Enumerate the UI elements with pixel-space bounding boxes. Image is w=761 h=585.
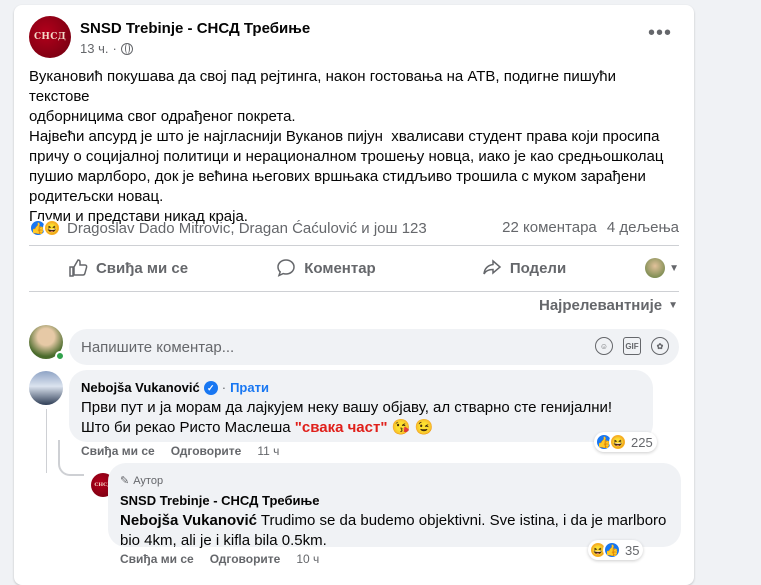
share-label: Подели [509, 259, 567, 277]
emoji-icon[interactable]: ☺ [595, 337, 613, 355]
post-meta: 13 ч. · [80, 41, 133, 56]
post-text: Вукановић покушава да свој пад рејтинга,… [29, 67, 679, 227]
follow-button[interactable]: Прати [230, 378, 269, 398]
post-card: СНСД SNSD Trebinje - СНСД Требиње 13 ч. … [14, 5, 694, 585]
comment-reactions[interactable]: 😆 👍 35 [588, 540, 644, 560]
share-button[interactable]: Подели [425, 258, 623, 278]
avatar [645, 258, 666, 278]
composer-tools: ☺ GIF ✿ [595, 337, 669, 355]
comment-author[interactable]: SNSD Trebinje - СНСД Требиње [120, 491, 669, 511]
share-icon [483, 259, 501, 275]
reply-thread-curve [58, 440, 84, 476]
reactions-bar: 👍 😆 Dragoslav Dado Mitrovic, Dragan Ćaću… [29, 216, 679, 240]
mention-tag[interactable]: Nebojša Vukanović [120, 512, 257, 529]
thumbs-up-icon [69, 259, 88, 277]
author-badge-label: Аутор [133, 475, 164, 487]
comment-bubble: Nebojša Vukanović ✓ · Прати Први пут и ј… [69, 370, 653, 442]
post-time[interactable]: 13 ч. [80, 41, 108, 56]
like-label: Свиђа ми се [95, 259, 189, 277]
comment-icon [277, 259, 296, 277]
comments-count[interactable]: 22 коментара [502, 219, 597, 236]
reaction-count: 225 [631, 434, 653, 450]
like-button[interactable]: Свиђа ми се [29, 258, 227, 278]
reply-bubble: ✎ Аутор SNSD Trebinje - СНСД Требиње Neb… [108, 463, 681, 549]
verified-icon: ✓ [203, 381, 218, 395]
post-text-line: Вукановић покушава да свој пад рејтинга,… [29, 68, 621, 105]
comment-reactions[interactable]: 👍 😆 225 [594, 432, 657, 452]
comment-header: Nebojša Vukanović ✓ · Прати [81, 378, 641, 398]
reaction-count: 35 [625, 542, 640, 558]
haha-reaction-icon[interactable]: 😆 [43, 219, 61, 237]
author-badge: ✎ Аутор [120, 471, 669, 491]
page-logo: СНСД [33, 32, 67, 42]
comment-text: Први пут и ја морам да лајкујем неку ваш… [81, 398, 641, 438]
comment-author[interactable]: Nebojša Vukanović [81, 378, 200, 398]
post-text-line: Највећи апсурд је што је најгласнији Вук… [29, 128, 660, 145]
post-actions: Свиђа ми се Коментар Подели ▼ [29, 249, 679, 287]
post-text-line: причу о социјалној политици и нерационал… [29, 148, 664, 165]
sort-label: Најрелевантније [539, 297, 663, 314]
divider [29, 291, 679, 292]
dot-separator: · [112, 41, 117, 56]
sort-comments-dropdown[interactable]: Најрелевантније ▼ [539, 297, 678, 314]
shares-count[interactable]: 4 дељења [607, 219, 679, 236]
comment-actions: Свиђа ми се Одговорите 11 ч [81, 444, 279, 458]
comment-time[interactable]: 11 ч [257, 444, 279, 458]
dot-separator: · [221, 380, 227, 395]
post-text-line: одборницима свог одрађеног покрета. [29, 108, 296, 125]
comment-like-button[interactable]: Свиђа ми се [120, 552, 194, 566]
comment-text: Nebojša Vukanović Trudimo se da budemo o… [120, 511, 669, 551]
comment-emojis: 😘 😉 [391, 419, 434, 436]
like-reaction-icon: 👍 [603, 541, 621, 559]
sticker-icon[interactable]: ✿ [651, 337, 669, 355]
reaction-counts: 22 коментара 4 дељења [496, 219, 679, 236]
post-text-line: пушио марлборо, док је већина његових вр… [29, 168, 646, 185]
chevron-down-icon: ▼ [669, 262, 679, 274]
comment-button[interactable]: Коментар [227, 258, 425, 278]
comment-reply-button[interactable]: Одговорите [171, 444, 242, 458]
post-text-line: родитељски новац. [29, 188, 164, 205]
pencil-icon: ✎ [120, 475, 130, 487]
gif-icon[interactable]: GIF [623, 337, 641, 355]
comment-reply-button[interactable]: Одговорите [210, 552, 281, 566]
identity-switcher[interactable]: ▼ [623, 258, 679, 278]
comment-actions: Свиђа ми се Одговорите 10 ч [120, 552, 319, 566]
comment-highlight: "свака част" [294, 419, 388, 436]
comment-like-button[interactable]: Свиђа ми се [81, 444, 155, 458]
page-avatar[interactable]: СНСД [29, 16, 71, 58]
haha-reaction-icon: 😆 [609, 433, 627, 451]
thread-line [46, 409, 47, 473]
comment-label: Коментар [304, 259, 376, 277]
avatar[interactable] [29, 371, 63, 405]
divider [29, 245, 679, 246]
online-status-dot [55, 351, 65, 361]
more-options-button[interactable]: ••• [646, 23, 674, 51]
globe-icon [120, 42, 133, 55]
comment-placeholder: Напишите коментар... [81, 338, 235, 356]
page-name[interactable]: SNSD Trebinje - СНСД Требиње [80, 20, 310, 37]
reaction-names[interactable]: Dragoslav Dado Mitrovic, Dragan Ćaćulovi… [67, 220, 427, 237]
chevron-down-icon: ▼ [668, 300, 678, 311]
comment-input[interactable]: Напишите коментар... ☺ GIF ✿ [69, 329, 679, 365]
comment-time[interactable]: 10 ч [296, 552, 319, 566]
